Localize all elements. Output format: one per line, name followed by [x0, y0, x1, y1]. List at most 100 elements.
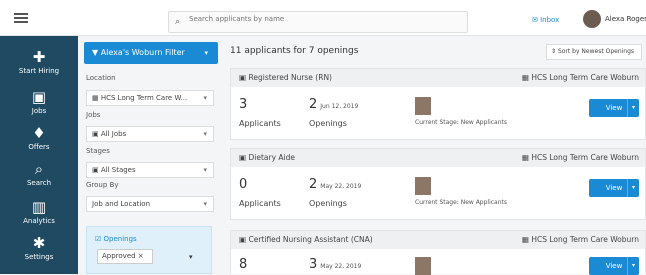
- openings-label: Openings: [309, 119, 347, 128]
- applicants-count: 8: [239, 257, 248, 272]
- building-icon: ▦: [92, 94, 99, 102]
- openings-count-wrap: 3 May 22, 2019: [309, 257, 361, 272]
- briefcase-icon: ▣: [92, 166, 99, 174]
- funnel-icon: ▼: [92, 48, 99, 57]
- chevron-down-icon: ▾: [203, 166, 207, 174]
- applicants-label: Applicants: [239, 199, 281, 208]
- job-location-text: HCS Long Term Care Woburn: [531, 73, 639, 82]
- sort-label: Sort by Newest Openings: [557, 48, 635, 55]
- view-button-label: View: [605, 184, 623, 192]
- applicant-avatar[interactable]: [415, 257, 431, 275]
- building-icon: ▦: [521, 235, 529, 244]
- person-add-icon: ✚: [32, 48, 46, 66]
- view-button-label: View: [605, 262, 623, 270]
- applicant-count: 11 applicants for 7 openings: [230, 46, 359, 56]
- chevron-down-icon[interactable]: ▾: [627, 257, 639, 275]
- top-bar: ⌕ ✉ Inbox Alexa Rogers: [0, 0, 646, 36]
- job-title[interactable]: Registered Nurse (RN): [248, 73, 332, 82]
- approved-value: Approved: [102, 252, 136, 260]
- search-icon: ⌕: [34, 160, 44, 178]
- group-by-value: Job and Location: [92, 200, 151, 208]
- group-by-select[interactable]: Job and Location ▾: [86, 196, 214, 212]
- openings-filter-box: ☑ Openings Approved × ▾: [86, 226, 212, 274]
- current-stage: Current Stage: New Applicants: [415, 119, 508, 126]
- openings-count: 3: [309, 257, 318, 272]
- sidebar-item-jobs[interactable]: ▣ Jobs: [0, 88, 78, 115]
- openings-label: Openings: [309, 199, 347, 208]
- chevron-down-icon: ▾: [203, 130, 207, 138]
- opening-date: May 22, 2019: [320, 263, 362, 270]
- sidebar-item-search[interactable]: ⌕ Search: [0, 160, 78, 187]
- chevron-down-icon: ▾: [203, 94, 207, 102]
- building-icon: ▦: [521, 153, 529, 162]
- sidebar-item-label: Offers: [28, 143, 50, 151]
- job-card-header: ▣ Certified Nursing Assistant (CNA) ▦ HC…: [231, 231, 645, 249]
- openings-checkbox[interactable]: ☑ Openings: [95, 235, 137, 243]
- search-input[interactable]: [189, 15, 459, 23]
- chevron-down-icon[interactable]: ▾: [627, 179, 639, 197]
- gear-icon: ✱: [32, 234, 46, 252]
- openings-checkbox-label: Openings: [103, 235, 137, 243]
- sidebar-item-label: Settings: [24, 253, 54, 261]
- briefcase-icon: ▣: [92, 130, 99, 138]
- job-card: ▣ Registered Nurse (RN) ▦ HCS Long Term …: [230, 68, 646, 140]
- stages-select[interactable]: ▣ All Stages ▾: [86, 162, 214, 178]
- briefcase-icon: ▣: [31, 88, 47, 106]
- applicant-avatar[interactable]: [415, 177, 431, 195]
- sidebar-item-analytics[interactable]: ▥ Analytics: [0, 198, 78, 225]
- briefcase-icon: ▣: [239, 73, 247, 82]
- job-title[interactable]: Certified Nursing Assistant (CNA): [248, 235, 372, 244]
- view-button[interactable]: View ▾: [589, 179, 639, 197]
- location-select[interactable]: ▦ HCS Long Term Care W... ▾: [86, 90, 214, 106]
- hamburger-menu-icon[interactable]: [14, 13, 28, 23]
- sidebar-item-offers[interactable]: ♦ Offers: [0, 124, 78, 151]
- sort-icon: ⇕: [551, 48, 557, 55]
- saved-filter-dropdown[interactable]: ▼ Alexa's Woburn Filter ▾: [84, 42, 218, 64]
- group-by-label: Group By: [86, 181, 119, 189]
- briefcase-icon: ▣: [239, 235, 247, 244]
- job-card: ▣ Dietary Aide ▦ HCS Long Term Care Wobu…: [230, 148, 646, 220]
- view-button[interactable]: View ▾: [589, 99, 639, 117]
- jobs-value: All Jobs: [100, 130, 127, 138]
- openings-count: 2: [309, 97, 318, 112]
- sort-select[interactable]: ⇕ Sort by Newest Openings: [546, 44, 642, 60]
- briefcase-icon: ▣: [239, 153, 247, 162]
- openings-count: 2: [309, 177, 318, 192]
- inbox-link[interactable]: ✉ Inbox: [532, 16, 559, 24]
- sidebar-item-label: Start Hiring: [18, 67, 60, 75]
- applicants-count: 3: [239, 97, 248, 112]
- jobs-select[interactable]: ▣ All Jobs ▾: [86, 126, 214, 142]
- user-avatar[interactable]: [583, 10, 601, 28]
- openings-count-wrap: 2 Jun 12, 2019: [309, 97, 358, 112]
- location-label: Location: [86, 74, 116, 82]
- current-stage: Current Stage: New Applicants: [415, 199, 508, 206]
- filter-title: Alexa's Woburn Filter: [100, 48, 185, 57]
- search-box[interactable]: ⌕: [168, 11, 468, 33]
- user-name[interactable]: Alexa Rogers: [605, 15, 646, 23]
- chevron-down-icon[interactable]: ▾: [627, 99, 639, 117]
- sidebar-item-label: Jobs: [31, 107, 47, 115]
- sidebar-item-settings[interactable]: ✱ Settings: [0, 234, 78, 261]
- job-location-text: HCS Long Term Care Woburn: [531, 235, 639, 244]
- stages-value: All Stages: [100, 166, 136, 174]
- openings-count-wrap: 2 May 22, 2019: [309, 177, 361, 192]
- bar-chart-icon: ▥: [31, 198, 47, 216]
- job-card-header: ▣ Registered Nurse (RN) ▦ HCS Long Term …: [231, 69, 645, 87]
- applicant-avatar[interactable]: [415, 97, 431, 115]
- handshake-icon: ♦: [32, 124, 46, 142]
- inbox-label: Inbox: [540, 16, 560, 24]
- job-title[interactable]: Dietary Aide: [248, 153, 295, 162]
- chevron-down-icon: ▾: [203, 200, 207, 208]
- view-button[interactable]: View ▾: [589, 257, 639, 275]
- chevron-down-icon[interactable]: ▾: [189, 253, 193, 261]
- opening-date: May 22, 2019: [320, 183, 362, 190]
- job-location-text: HCS Long Term Care Woburn: [531, 153, 639, 162]
- opening-date: Jun 12, 2019: [320, 103, 359, 110]
- sidebar-item-start-hiring[interactable]: ✚ Start Hiring: [0, 48, 78, 75]
- view-button-label: View: [605, 104, 623, 112]
- job-location: ▦ HCS Long Term Care Woburn: [522, 231, 639, 249]
- location-value: HCS Long Term Care W...: [100, 94, 188, 102]
- approved-select[interactable]: Approved ×: [97, 249, 153, 264]
- job-location: ▦ HCS Long Term Care Woburn: [522, 69, 639, 87]
- jobs-label: Jobs: [86, 111, 101, 119]
